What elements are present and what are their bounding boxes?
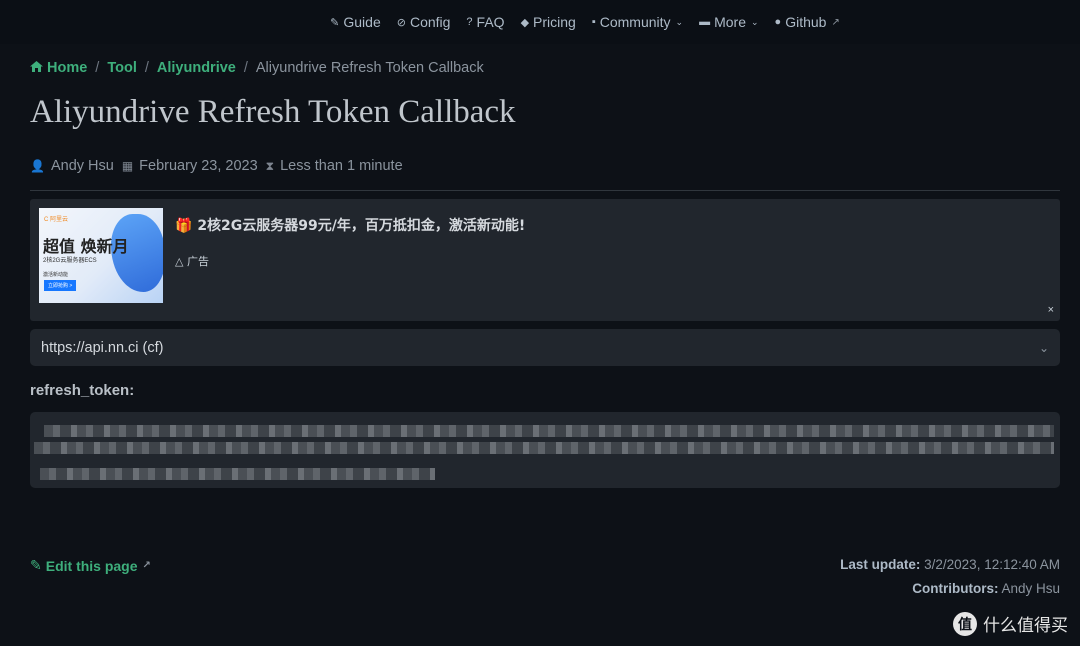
guide-icon: ✎: [330, 16, 340, 29]
author-name: Andy Hsu: [50, 158, 114, 174]
ad-image-brand: C 阿里云: [44, 217, 69, 223]
ad-banner[interactable]: C 阿里云 超值 焕新月 2核2G云服务器ECS 激活新动能 立即抢购 > 🎁 …: [30, 199, 1060, 321]
nav-config[interactable]: ⊘ Config: [397, 14, 451, 30]
refresh-token-label: refresh_token:: [30, 382, 135, 399]
nav-github[interactable]: ● Github ↗: [775, 14, 840, 30]
chevron-down-icon: ⌄: [750, 16, 759, 27]
top-navbar: ✎ Guide ⊘ Config ? FAQ ◆ Pricing ▪ Commu…: [0, 0, 1080, 44]
nav-config-label: Config: [409, 14, 451, 30]
meta-author: 👤 Andy Hsu: [30, 158, 114, 174]
edit-page-label: Edit this page: [45, 557, 138, 574]
page-footer-info: Last update: 3/2/2023, 12:12:40 AM Contr…: [840, 557, 1060, 605]
breadcrumb-separator: /: [144, 60, 149, 76]
pricing-icon: ◆: [520, 16, 530, 29]
nav-faq[interactable]: ? FAQ: [466, 14, 504, 30]
ad-image-line1: 2核2G云服务器ECS: [43, 258, 97, 264]
nav-pricing[interactable]: ◆ Pricing: [521, 14, 576, 30]
watermark-text: 什么值得买: [983, 616, 1068, 636]
divider: [30, 190, 1060, 191]
ad-label: △ 广告: [175, 253, 209, 269]
breadcrumb-separator: /: [243, 60, 248, 76]
github-icon: ●: [774, 16, 782, 28]
chevron-down-icon: ⌄: [675, 16, 684, 27]
breadcrumb-separator: /: [95, 60, 100, 76]
gift-icon: 🎁: [175, 218, 193, 234]
chevron-down-icon: ⌄: [1038, 340, 1049, 355]
page-meta: 👤 Andy Hsu ▦ February 23, 2023 ⧗ Less th…: [30, 158, 403, 174]
nav-community-label: Community: [599, 14, 671, 30]
contributors: Contributors: Andy Hsu: [840, 581, 1060, 596]
meta-reading-time: ⧗ Less than 1 minute: [266, 158, 403, 174]
nav-guide[interactable]: ✎ Guide: [330, 14, 381, 30]
watermark-logo: 值: [953, 611, 977, 636]
contributors-label: Contributors:: [912, 581, 999, 596]
ad-title[interactable]: 🎁 2核2G云服务器99元/年，百万抵扣金，激活新动能!: [175, 215, 525, 235]
breadcrumb-current: Aliyundrive Refresh Token Callback: [255, 60, 484, 76]
user-icon: 👤: [30, 159, 45, 173]
api-server-value: https://api.nn.ci (cf): [41, 339, 164, 356]
blurred-token-text: [34, 442, 1054, 454]
external-link-icon: ↗: [831, 16, 840, 28]
ad-image-headline: 超值 焕新月: [43, 237, 129, 256]
nav-more-label: More: [714, 14, 746, 30]
breadcrumb-home-label: Home: [47, 60, 88, 76]
edit-icon: ✎: [30, 557, 42, 573]
more-icon: ▬: [699, 16, 711, 28]
breadcrumb: Home / Tool / Aliyundrive / Aliyundrive …: [30, 60, 484, 76]
page-title: Aliyundrive Refresh Token Callback: [30, 94, 516, 130]
ad-image[interactable]: C 阿里云 超值 焕新月 2核2G云服务器ECS 激活新动能 立即抢购 >: [39, 208, 163, 303]
calendar-icon: ▦: [121, 159, 134, 173]
nav-github-label: Github: [785, 14, 827, 30]
last-update-label: Last update:: [840, 557, 921, 572]
ad-title-text: 2核2G云服务器99元/年，百万抵扣金，激活新动能!: [197, 218, 526, 234]
nav-pricing-label: Pricing: [533, 14, 576, 30]
nav-community[interactable]: ▪ Community ⌄: [592, 14, 683, 30]
ad-label-text: 广告: [186, 255, 209, 268]
blurred-token-text: [40, 468, 435, 480]
api-server-select[interactable]: https://api.nn.ci (cf) ⌄: [30, 329, 1060, 366]
ad-choices-icon: △: [175, 255, 184, 268]
breadcrumb-tool[interactable]: Tool: [107, 60, 137, 76]
last-update: Last update: 3/2/2023, 12:12:40 AM: [840, 557, 1060, 572]
meta-date: ▦ February 23, 2023: [122, 158, 258, 174]
last-update-value: 3/2/2023, 12:12:40 AM: [924, 557, 1060, 572]
refresh-token-textarea[interactable]: [30, 412, 1060, 488]
contributors-value: Andy Hsu: [1001, 581, 1060, 596]
nav-faq-label: FAQ: [476, 14, 505, 30]
ad-image-line2: 激活新动能: [43, 272, 69, 278]
breadcrumb-home[interactable]: Home: [30, 60, 87, 76]
external-link-icon: ↗: [142, 560, 151, 571]
community-icon: ▪: [591, 16, 596, 28]
edit-page-link[interactable]: ✎ Edit this page ↗: [30, 557, 151, 574]
breadcrumb-aliyundrive[interactable]: Aliyundrive: [157, 60, 236, 76]
reading-time: Less than 1 minute: [280, 158, 403, 174]
publish-date: February 23, 2023: [139, 158, 258, 174]
ad-image-cta: 立即抢购 >: [44, 280, 77, 291]
config-icon: ⊘: [396, 16, 406, 29]
watermark: 值 什么值得买: [953, 611, 1068, 636]
nav-more[interactable]: ▬ More ⌄: [699, 14, 758, 30]
nav-guide-label: Guide: [343, 14, 381, 30]
ad-close-button[interactable]: ×: [1048, 304, 1054, 316]
blurred-token-text: [44, 425, 1054, 437]
hourglass-icon: ⧗: [265, 158, 275, 173]
home-icon: [30, 61, 43, 72]
faq-icon: ?: [466, 16, 473, 28]
